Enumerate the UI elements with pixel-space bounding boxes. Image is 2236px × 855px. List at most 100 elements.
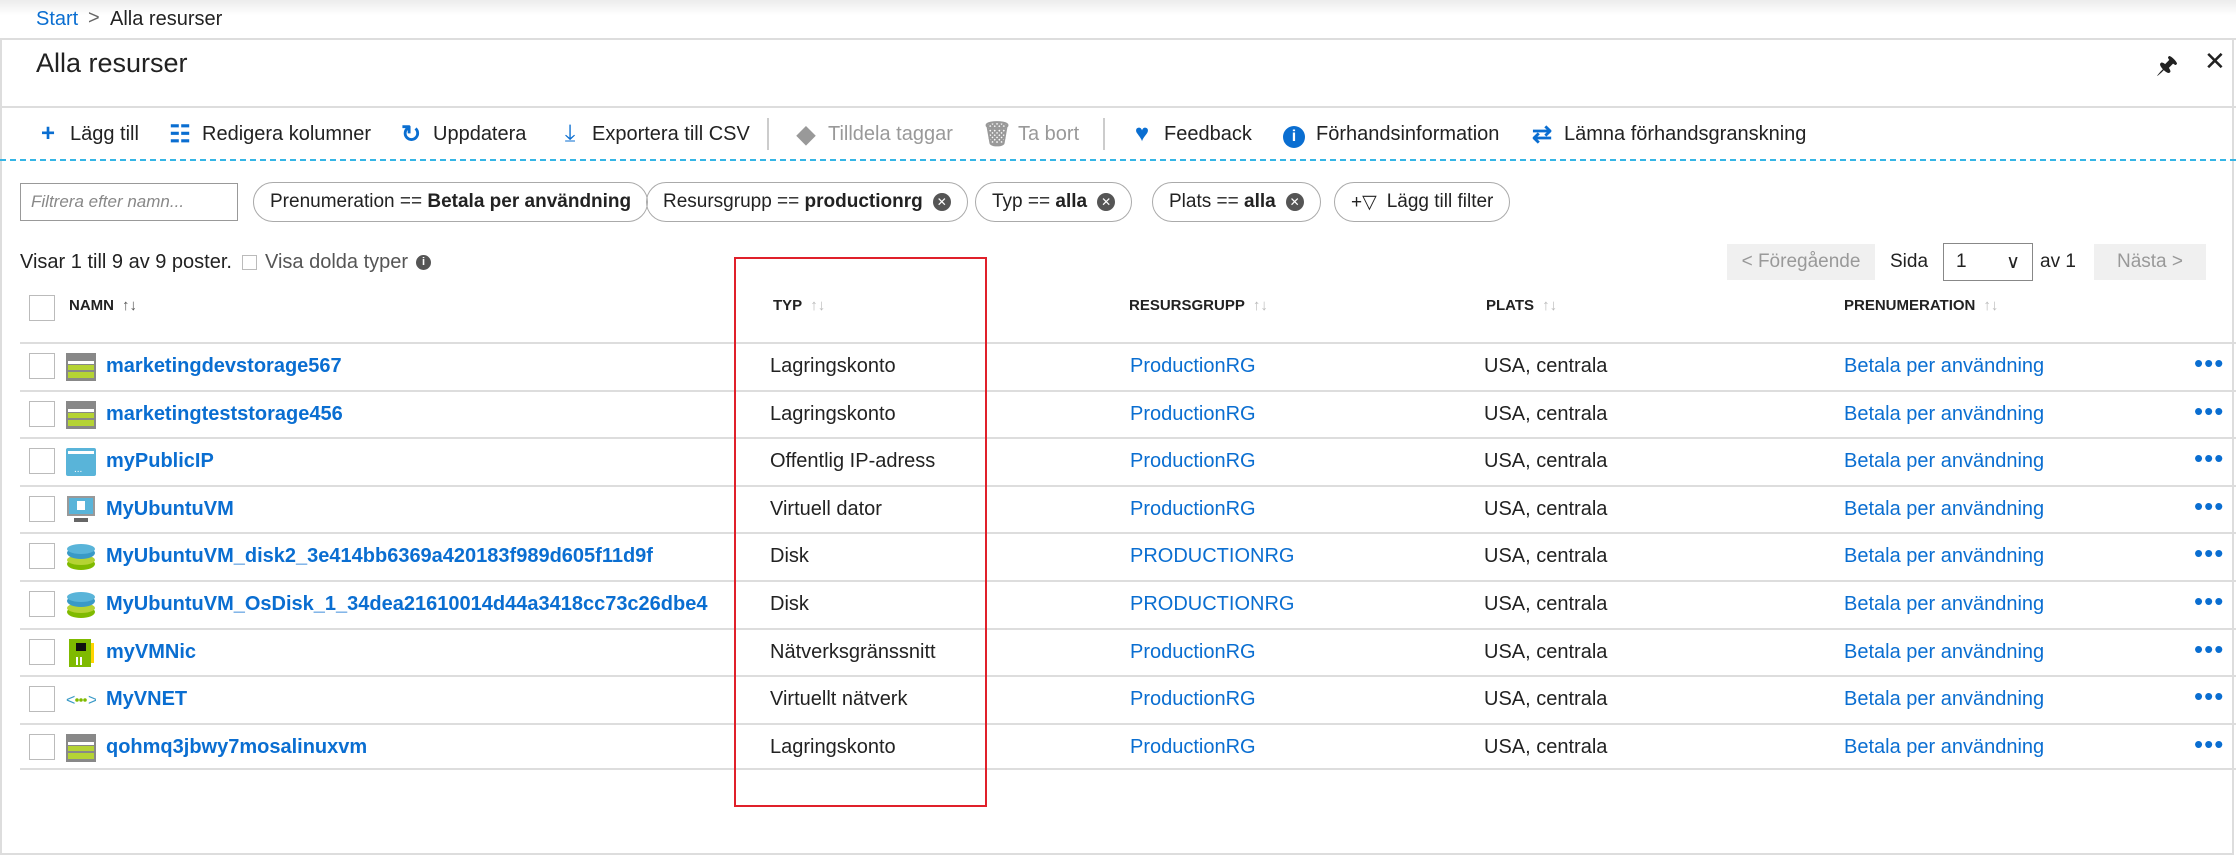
row-checkbox[interactable] [29, 448, 55, 475]
row-checkbox[interactable] [29, 590, 55, 617]
breadcrumb-bar: Start > Alla resurser [0, 0, 2236, 40]
more-options-icon[interactable]: ••• [2194, 586, 2224, 617]
row-checkbox[interactable] [29, 733, 55, 760]
add-button[interactable]: + Lägg till [34, 120, 139, 148]
table-row[interactable]: marketingdevstorage567 Lagringskonto Pro… [20, 342, 2236, 390]
trash-icon: 🗑 [982, 120, 1013, 148]
filter-pill-location[interactable]: Plats == alla ✕ [1152, 182, 1321, 222]
resource-group-link[interactable]: ProductionRG [1130, 355, 1256, 378]
leave-preview-label: Lämna förhandsgranskning [1564, 122, 1807, 145]
preview-info-button[interactable]: i Förhandsinformation [1280, 120, 1499, 148]
select-all-checkbox[interactable] [29, 295, 55, 321]
show-hidden-types[interactable]: Visa dolda typer i [242, 251, 432, 274]
name-filter-input[interactable]: Filtrera efter namn... [20, 183, 238, 221]
subscription-link[interactable]: Betala per användning [1844, 641, 2044, 664]
more-options-icon[interactable]: ••• [2194, 634, 2224, 665]
resource-name-link[interactable]: myVMNic [106, 641, 196, 664]
more-options-icon[interactable]: ••• [2194, 396, 2224, 427]
refresh-button[interactable]: ↻ Uppdatera [397, 120, 526, 148]
filter-pill-resource-group[interactable]: Resursgrupp == productionrg ✕ [646, 182, 968, 222]
resource-name-link[interactable]: marketingteststorage456 [106, 403, 343, 426]
show-hidden-checkbox[interactable] [242, 255, 257, 270]
page-select[interactable]: 1 ∨ [1943, 243, 2033, 281]
delete-button[interactable]: 🗑 Ta bort [982, 120, 1079, 148]
resource-name-link[interactable]: MyUbuntuVM [106, 498, 234, 521]
row-checkbox[interactable] [29, 495, 55, 522]
edit-columns-button[interactable]: ☷ Redigera kolumner [166, 120, 371, 148]
more-options-icon[interactable]: ••• [2194, 681, 2224, 712]
row-checkbox[interactable] [29, 400, 55, 427]
table-row[interactable]: qohmq3jbwy7mosalinuxvm Lagringskonto Pro… [20, 722, 2236, 771]
table-row[interactable]: MyUbuntuVM_OsDisk_1_34dea21610014d44a341… [20, 579, 2236, 628]
column-header-name[interactable]: NAMN ↑↓ [69, 297, 137, 314]
resource-group-link[interactable]: PRODUCTIONRG [1130, 593, 1294, 616]
table-row[interactable]: MyUbuntuVM_disk2_3e414bb6369a420183f989d… [20, 532, 2236, 580]
subscription-link[interactable]: Betala per användning [1844, 355, 2044, 378]
resource-name-link[interactable]: qohmq3jbwy7mosalinuxvm [106, 736, 367, 759]
previous-page-button[interactable]: < Föregående [1727, 244, 1875, 280]
resource-location: USA, centrala [1484, 497, 1608, 520]
more-options-icon[interactable]: ••• [2194, 491, 2224, 522]
pill-label: Typ == [992, 191, 1051, 212]
resource-group-link[interactable]: ProductionRG [1130, 403, 1256, 426]
row-checkbox[interactable] [29, 686, 55, 713]
table-row[interactable]: marketingteststorage456 Lagringskonto Pr… [20, 389, 2236, 438]
resource-group-link[interactable]: PRODUCTIONRG [1130, 545, 1294, 568]
row-checkbox[interactable] [29, 638, 55, 665]
sort-icon: ↑↓ [1983, 297, 1999, 314]
divider [0, 106, 2236, 108]
assign-tags-button[interactable]: ◆ Tilldela taggar [792, 120, 953, 148]
resource-name-link[interactable]: MyVNET [106, 688, 187, 711]
column-header-subscription[interactable]: PRENUMERATION ↑↓ [1844, 297, 1998, 314]
highlight-box [734, 257, 987, 807]
breadcrumb-start[interactable]: Start [36, 8, 78, 31]
close-icon[interactable]: ✕ [2204, 46, 2226, 77]
resource-name-link[interactable]: marketingdevstorage567 [106, 355, 342, 378]
subscription-link[interactable]: Betala per användning [1844, 593, 2044, 616]
add-filter-button[interactable]: +▽ Lägg till filter [1334, 182, 1511, 222]
resource-group-link[interactable]: ProductionRG [1130, 641, 1256, 664]
resource-group-link[interactable]: ProductionRG [1130, 688, 1256, 711]
table-row[interactable]: myVMNic Nätverksgränssnitt ProductionRG … [20, 627, 2236, 676]
more-options-icon[interactable]: ••• [2194, 348, 2224, 379]
sort-icon: ↑↓ [1252, 297, 1268, 314]
column-header-location[interactable]: PLATS ↑↓ [1486, 297, 1557, 314]
plus-icon: + [40, 120, 55, 147]
row-checkbox[interactable] [29, 543, 55, 570]
remove-filter-icon[interactable]: ✕ [932, 193, 951, 211]
filter-pill-subscription[interactable]: Prenumeration == Betala per användning [253, 182, 649, 222]
subscription-link[interactable]: Betala per användning [1844, 403, 2044, 426]
resource-group-link[interactable]: ProductionRG [1130, 450, 1256, 473]
pin-icon[interactable]: 🖈 [2156, 48, 2178, 89]
subscription-link[interactable]: Betala per användning [1844, 736, 2044, 759]
next-page-button[interactable]: Nästa > [2094, 244, 2206, 280]
column-header-resource-group[interactable]: RESURSGRUPP ↑↓ [1129, 297, 1268, 314]
info-icon: i [1280, 120, 1308, 148]
resource-group-link[interactable]: ProductionRG [1130, 736, 1256, 759]
filter-pill-type[interactable]: Typ == alla ✕ [975, 182, 1133, 222]
row-checkbox[interactable] [29, 353, 55, 379]
subscription-link[interactable]: Betala per användning [1844, 450, 2044, 473]
table-row[interactable]: < > MyVNET Virtuellt nätverk ProductionRG… [20, 675, 2236, 723]
remove-filter-icon[interactable]: ✕ [1285, 193, 1304, 211]
subscription-link[interactable]: Betala per användning [1844, 688, 2044, 711]
pill-value: productionrg [804, 191, 923, 212]
more-options-icon[interactable]: ••• [2194, 443, 2224, 474]
subscription-link[interactable]: Betala per användning [1844, 498, 2044, 521]
more-options-icon[interactable]: ••• [2194, 538, 2224, 569]
edit-columns-label: Redigera kolumner [202, 122, 371, 145]
resource-name-link[interactable]: MyUbuntuVM_disk2_3e414bb6369a420183f989d… [106, 545, 653, 568]
leave-preview-button[interactable]: ⇄ Lämna förhandsgranskning [1528, 120, 1806, 148]
remove-filter-icon[interactable]: ✕ [1097, 193, 1116, 211]
more-options-icon[interactable]: ••• [2194, 729, 2224, 760]
feedback-button[interactable]: ♥ Feedback [1128, 120, 1252, 148]
subscription-link[interactable]: Betala per användning [1844, 545, 2044, 568]
svg-text:>: > [88, 692, 96, 709]
resource-name-link[interactable]: MyUbuntuVM_OsDisk_1_34dea21610014d44a341… [106, 593, 707, 616]
export-csv-button[interactable]: ⤓ Exportera till CSV [556, 120, 750, 148]
svg-text:<: < [66, 692, 75, 709]
resource-name-link[interactable]: myPublicIP [106, 450, 214, 473]
table-row[interactable]: ... myPublicIP Offentlig IP-adress Produ… [20, 437, 2236, 485]
resource-group-link[interactable]: ProductionRG [1130, 498, 1256, 521]
table-row[interactable]: MyUbuntuVM Virtuell dator ProductionRG U… [20, 484, 2236, 533]
